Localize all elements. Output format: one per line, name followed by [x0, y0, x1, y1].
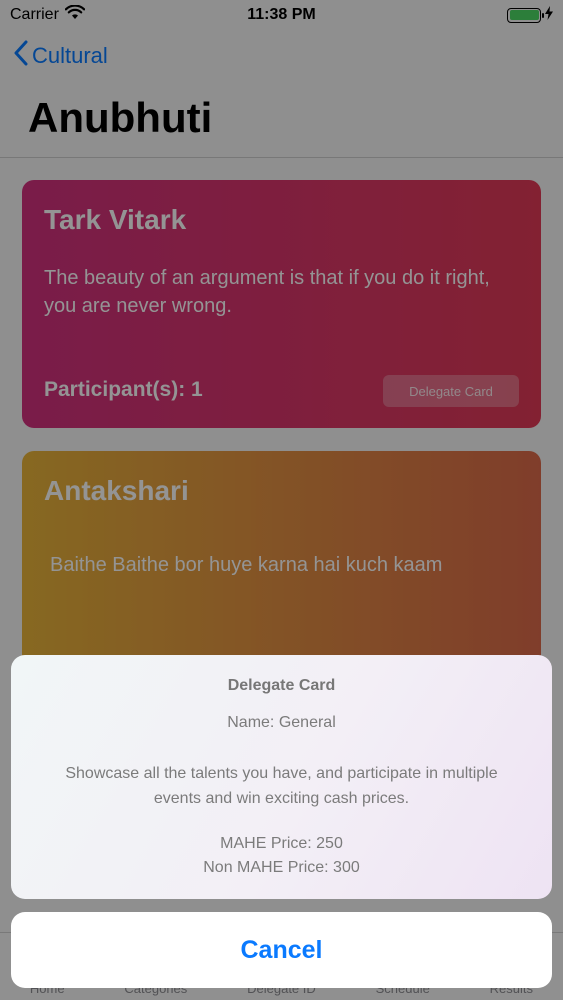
delegate-card-sheet: Delegate Card Name: General Showcase all…: [11, 655, 552, 899]
app-screen: Carrier 11:38 PM Cultural Anubhuti Tark …: [0, 0, 563, 1000]
cancel-button[interactable]: Cancel: [11, 912, 552, 988]
sheet-description: Showcase all the talents you have, and p…: [65, 765, 498, 807]
sheet-name: Name: General: [227, 714, 336, 731]
sheet-non-mahe-price: Non MAHE Price: 300: [203, 859, 360, 876]
sheet-mahe-price: MAHE Price: 250: [220, 835, 343, 852]
sheet-title: Delegate Card: [227, 677, 336, 694]
